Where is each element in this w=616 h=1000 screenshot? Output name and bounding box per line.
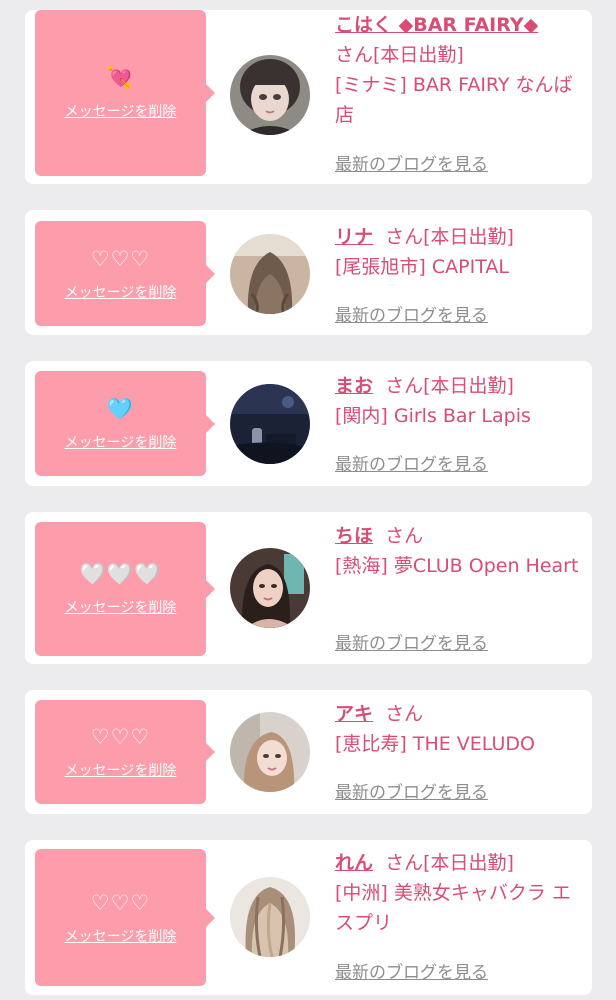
avatar-photo [230,712,310,792]
status-tag: [本日出勤] [423,375,514,397]
avatar-photo [230,384,310,464]
avatar-photo [230,234,310,314]
sender-info: まお さん[本日出勤] [関内] Girls Bar Lapis [335,371,585,431]
avatar-photo [230,55,310,135]
sender-name-link[interactable]: れん [335,852,373,874]
latest-blog-link[interactable]: 最新のブログを見る [335,150,488,175]
avatar[interactable] [230,877,310,957]
message-bubble: 💘 メッセージを削除 [35,10,215,176]
message-emoji: ♡♡♡ [90,725,151,749]
delete-message-link[interactable]: メッセージを削除 [65,282,177,302]
shop-name: [ミナミ] BAR FAIRY なんば店 [335,74,573,126]
honorific: さん [335,44,374,66]
sender-name-link[interactable]: まお [335,375,373,397]
avatar[interactable] [230,712,310,792]
shop-name: [尾張旭市] CAPITAL [335,256,509,278]
status-tag: [本日出勤] [373,44,464,66]
message-bubble: ♡♡♡ メッセージを削除 [35,849,215,986]
sender-info: ちほ さん [熱海] 夢CLUB Open Heart [335,521,585,581]
message-card: 💘 メッセージを削除 こはく ◆BAR FAIRY◆ さん[本日出勤] [ミナミ… [25,10,592,184]
sender-name-link[interactable]: アキ [335,703,373,725]
status-tag: [本日出勤] [423,226,514,248]
message-bubble: ♡♡♡ メッセージを削除 [35,700,215,804]
sender-name-link[interactable]: ちほ [335,525,373,547]
avatar[interactable] [230,55,310,135]
avatar[interactable] [230,234,310,314]
honorific: さん [385,226,424,248]
latest-blog-link[interactable]: 最新のブログを見る [335,301,488,326]
message-card: 🩵 メッセージを削除 まお さん[本日出勤] [関内] Girls Bar La… [25,361,592,486]
honorific: さん [385,375,424,397]
delete-message-link[interactable]: メッセージを削除 [65,926,177,946]
latest-blog-link[interactable]: 最新のブログを見る [335,958,488,983]
message-card: ♡♡♡ メッセージを削除 アキ さん [恵比寿] THE VELUDO 最新のブ… [25,690,592,814]
delete-message-link[interactable]: メッセージを削除 [65,760,177,780]
latest-blog-link[interactable]: 最新のブログを見る [335,450,488,475]
avatar[interactable] [230,548,310,628]
sender-info: アキ さん [恵比寿] THE VELUDO [335,699,585,759]
delete-message-link[interactable]: メッセージを削除 [65,597,177,617]
avatar-photo [230,548,310,628]
message-bubble: 🤍🤍🤍 メッセージを削除 [35,522,215,656]
latest-blog-link[interactable]: 最新のブログを見る [335,629,488,654]
message-emoji: ♡♡♡ [90,246,151,271]
shop-name: [中洲] 美熟女キャバクラ エスプリ [335,882,571,934]
honorific: さん [385,525,424,547]
avatar-photo [230,877,310,957]
sender-info: れん さん[本日出勤] [中洲] 美熟女キャバクラ エスプリ [335,848,585,938]
message-emoji: 🩵 [106,396,135,421]
shop-name: [熱海] 夢CLUB Open Heart [335,555,579,577]
delete-message-link[interactable]: メッセージを削除 [65,432,177,452]
shop-name: [関内] Girls Bar Lapis [335,405,531,427]
sender-info: リナ さん[本日出勤] [尾張旭市] CAPITAL [335,222,585,282]
shop-name: [恵比寿] THE VELUDO [335,733,535,755]
message-emoji: 💘 [106,66,135,90]
message-emoji: 🤍🤍🤍 [79,562,162,586]
honorific: さん [385,703,424,725]
delete-message-link[interactable]: メッセージを削除 [65,101,177,121]
message-card: ♡♡♡ メッセージを削除 れん さん[本日出勤] [中洲] 美熟女キャバクラ エ… [25,840,592,995]
sender-name-link[interactable]: リナ [335,226,373,248]
status-tag: [本日出勤] [423,852,514,874]
message-bubble: 🩵 メッセージを削除 [35,371,215,476]
message-bubble: ♡♡♡ メッセージを削除 [35,221,215,326]
message-card: 🤍🤍🤍 メッセージを削除 ちほ さん [熱海] 夢CLUB Open Heart… [25,512,592,664]
avatar[interactable] [230,384,310,464]
message-card: ♡♡♡ メッセージを削除 リナ さん[本日出勤] [尾張旭市] CAPITAL … [25,210,592,335]
sender-info: こはく ◆BAR FAIRY◆ さん[本日出勤] [ミナミ] BAR FAIRY… [335,10,585,130]
honorific: さん [385,852,424,874]
latest-blog-link[interactable]: 最新のブログを見る [335,778,488,803]
sender-name-link[interactable]: こはく ◆BAR FAIRY◆ [335,14,538,36]
message-emoji: ♡♡♡ [90,890,151,915]
